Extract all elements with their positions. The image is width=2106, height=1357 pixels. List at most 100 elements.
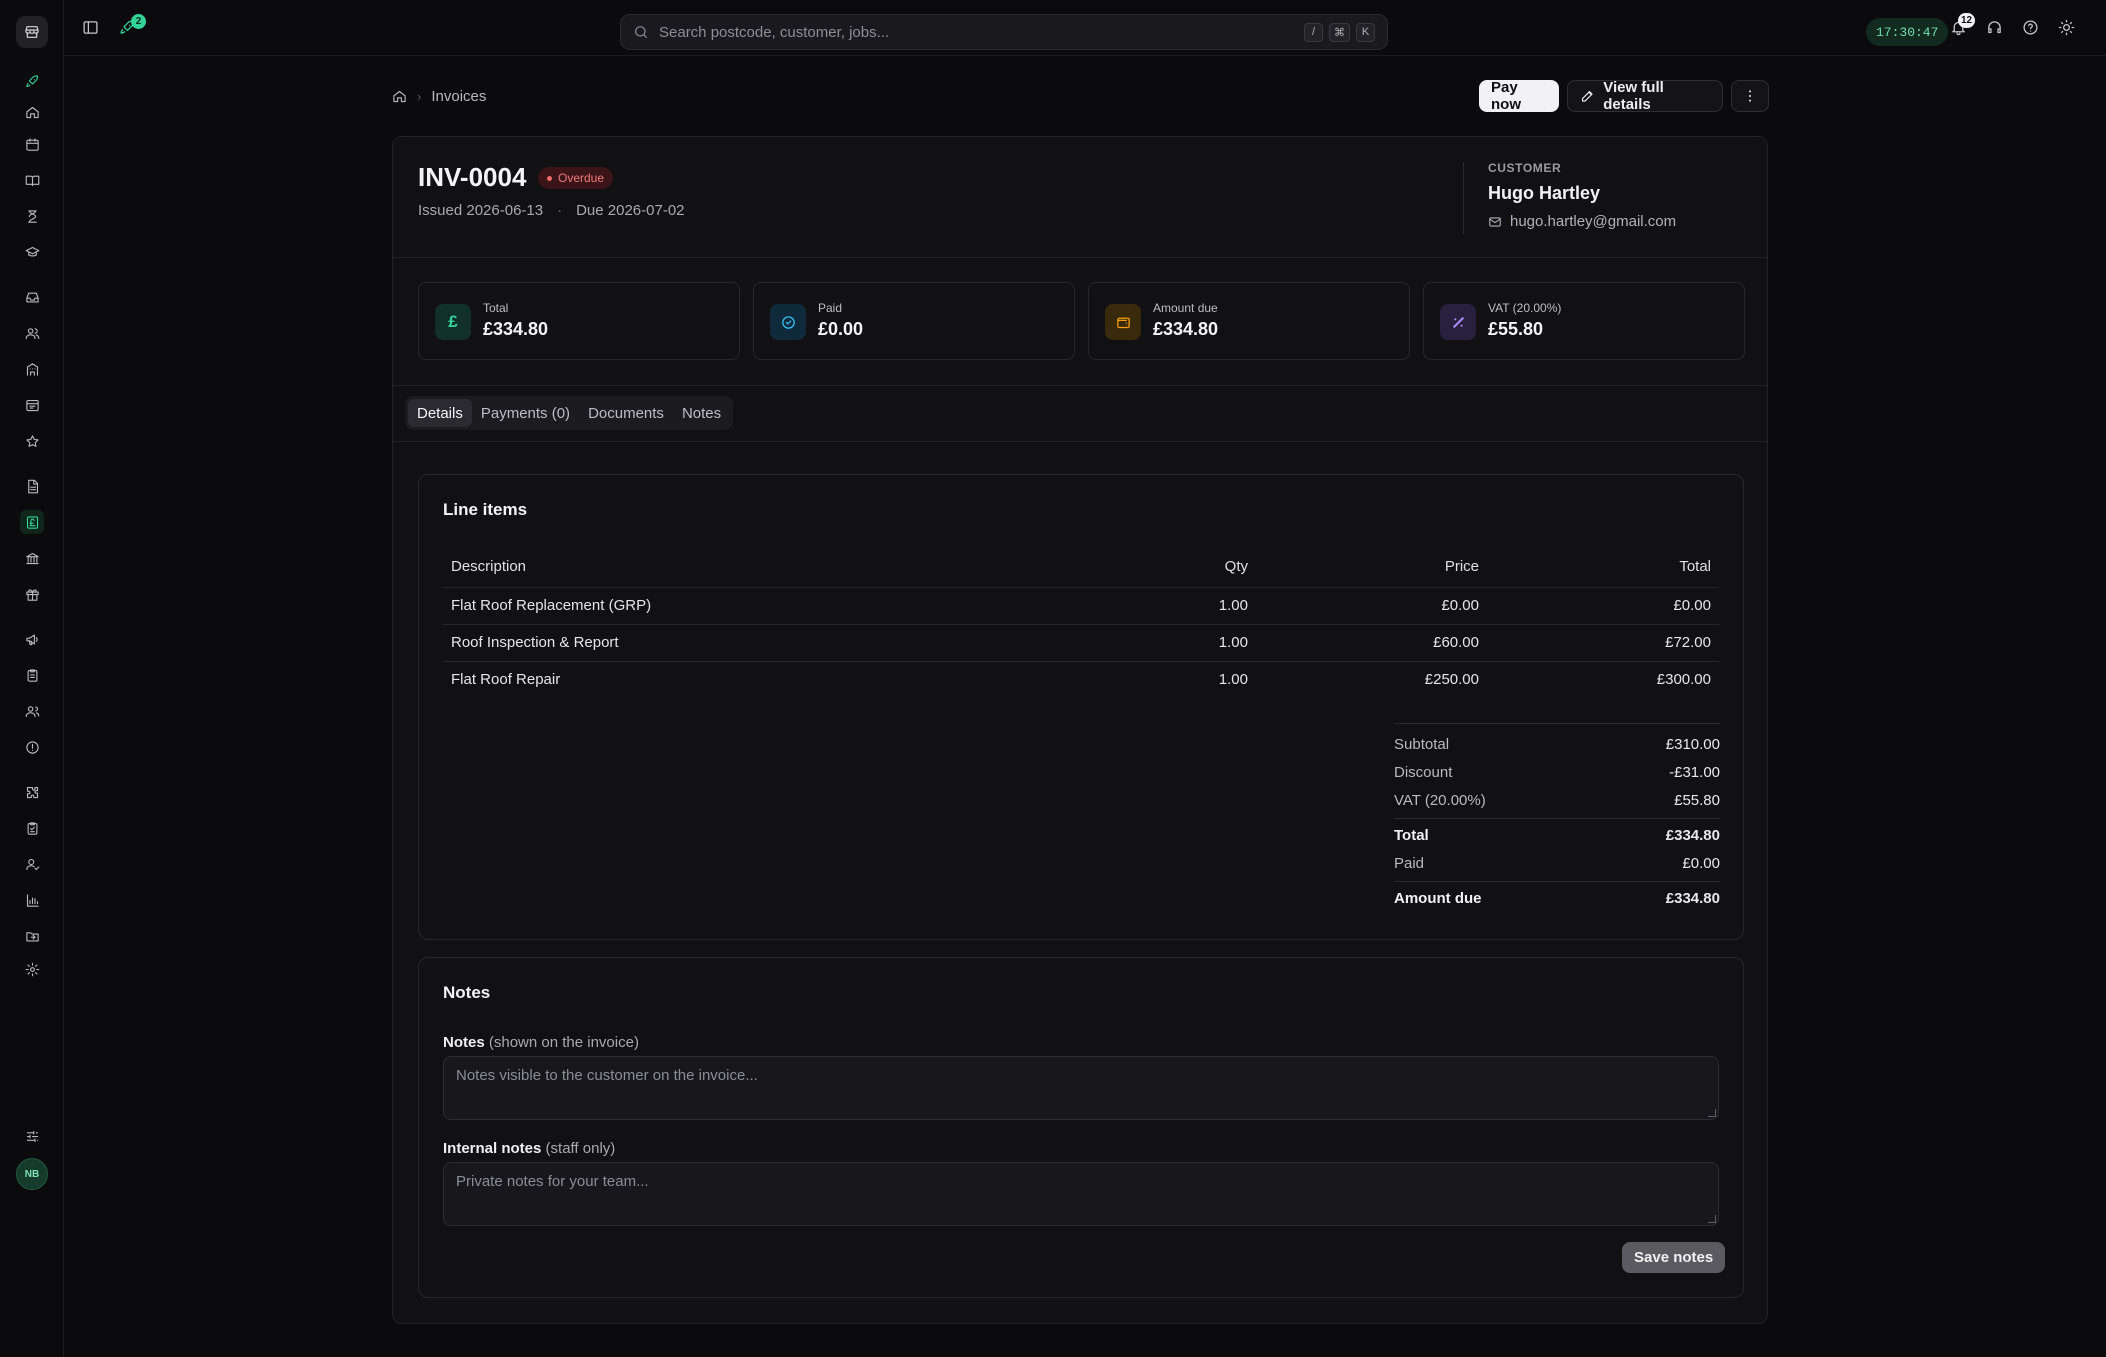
pay-now-button[interactable]: Pay now	[1479, 79, 1559, 113]
sliders-icon[interactable]	[20, 1124, 44, 1148]
stat-value: £0.00	[818, 319, 864, 339]
resize-handle[interactable]	[1708, 1215, 1716, 1223]
notes-panel: Notes Notes (shown on the invoice) Notes…	[418, 957, 1744, 1298]
team-icon[interactable]	[20, 699, 44, 723]
amount-due-row: Amount due £334.80	[1394, 884, 1720, 912]
customer-label: CUSTOMER	[1488, 161, 1562, 175]
notes-title: Notes	[443, 983, 491, 1002]
users-icon[interactable]	[20, 321, 44, 345]
rocket-icon[interactable]	[20, 69, 44, 93]
line-items-table: Description Qty Price Total Flat Roof Re…	[443, 547, 1719, 698]
headset-icon[interactable]	[1986, 19, 2003, 36]
graduation-cap-icon[interactable]	[20, 240, 44, 264]
shortcut-key: /	[1304, 22, 1323, 42]
view-full-details-label: View full details	[1603, 79, 1664, 113]
avatar-initials: NB	[24, 1168, 40, 1180]
search-placeholder: Search postcode, customer, jobs...	[659, 23, 890, 41]
total-value: £334.80	[1665, 826, 1720, 844]
vat-label: VAT (20.00%)	[1394, 791, 1486, 809]
settings-icon[interactable]	[20, 957, 44, 981]
stat-amount-due: Amount due £334.80	[1088, 282, 1410, 360]
stat-vat: VAT (20.00%) £55.80	[1423, 282, 1745, 360]
bank-icon[interactable]	[20, 546, 44, 570]
public-notes-field[interactable]: Notes visible to the customer on the inv…	[443, 1056, 1719, 1120]
public-notes-placeholder: Notes visible to the customer on the inv…	[456, 1067, 758, 1084]
tab-payments[interactable]: Payments (0)	[472, 399, 579, 427]
gift-icon[interactable]	[20, 582, 44, 606]
total-label: Total	[1394, 826, 1429, 844]
alert-circle-icon[interactable]	[20, 735, 44, 759]
hourglass-icon[interactable]	[20, 204, 44, 228]
table-row: Flat Roof Replacement (GRP) 1.00 £0.00 £…	[443, 587, 1719, 625]
status-dot	[547, 175, 552, 181]
home-icon[interactable]	[20, 100, 44, 124]
subtotal-value: £310.00	[1665, 735, 1720, 753]
view-full-details-button[interactable]: View full details	[1567, 79, 1723, 113]
more-options-button[interactable]	[1731, 80, 1769, 112]
discount-row: Discount -£31.00	[1394, 758, 1720, 786]
cell-price: £60.00	[1256, 624, 1487, 662]
cell-qty: 1.00	[1116, 624, 1256, 662]
invoice-pound-icon[interactable]	[20, 510, 44, 534]
save-notes-label: Save notes	[1634, 1249, 1714, 1266]
megaphone-icon[interactable]	[20, 627, 44, 651]
sun-icon[interactable]	[2058, 19, 2075, 36]
checklist-icon[interactable]	[20, 816, 44, 840]
bar-chart-icon[interactable]	[20, 888, 44, 912]
book-icon[interactable]	[20, 168, 44, 192]
due-date: Due 2026-07-02	[576, 202, 685, 219]
clipboard-icon[interactable]	[20, 663, 44, 687]
avatar[interactable]: NB	[16, 1158, 48, 1190]
folder-icon[interactable]	[20, 924, 44, 948]
divider	[1394, 818, 1720, 819]
stat-label: Amount due	[1153, 301, 1218, 315]
rocket-badge: 2	[131, 14, 146, 29]
inbox-icon[interactable]	[20, 285, 44, 309]
customer-name[interactable]: Hugo Hartley	[1488, 183, 1600, 204]
search-input[interactable]: Search postcode, customer, jobs... / ⌘ K	[620, 14, 1388, 50]
check-circle-icon	[770, 304, 806, 340]
store-icon[interactable]	[16, 16, 48, 48]
total-row: Total £334.80	[1394, 821, 1720, 849]
internal-notes-placeholder: Private notes for your team...	[456, 1173, 649, 1190]
vat-row: VAT (20.00%) £55.80	[1394, 786, 1720, 814]
resize-handle[interactable]	[1708, 1109, 1716, 1117]
building-icon[interactable]	[20, 357, 44, 381]
customer-email[interactable]: hugo.hartley@gmail.com	[1488, 213, 1676, 230]
totals-summary: Subtotal £310.00 Discount -£31.00 VAT (20.…	[1394, 723, 1720, 912]
status-badge: Overdue	[538, 167, 614, 189]
puzzle-icon[interactable]	[20, 780, 44, 804]
user-check-icon[interactable]	[20, 852, 44, 876]
col-description: Description	[443, 547, 1116, 588]
browser-icon[interactable]	[20, 393, 44, 417]
tab-notes[interactable]: Notes	[673, 399, 730, 427]
cell-description: Roof Inspection & Report	[443, 624, 1116, 662]
paid-label: Paid	[1394, 854, 1425, 872]
invoice-number: INV-0004	[418, 162, 527, 192]
help-icon[interactable]	[2022, 19, 2039, 36]
public-notes-label: Notes (shown on the invoice)	[443, 1034, 639, 1051]
home-icon[interactable]	[392, 89, 407, 104]
cell-description: Flat Roof Replacement (GRP)	[443, 587, 1116, 625]
tab-details[interactable]: Details	[408, 399, 472, 427]
breadcrumb-separator: ›	[417, 88, 422, 104]
calendar-icon[interactable]	[20, 132, 44, 156]
wallet-icon	[1105, 304, 1141, 340]
star-icon[interactable]	[20, 429, 44, 453]
line-items-panel: Line items Description Qty Price Total F…	[418, 474, 1744, 940]
amount-due-label: Amount due	[1394, 889, 1482, 907]
clock: 17:30:47	[1866, 18, 1949, 46]
cell-qty: 1.00	[1218, 671, 1248, 689]
status-label: Overdue	[558, 171, 605, 185]
sidebar-toggle-icon[interactable]	[82, 19, 99, 36]
shortcut-key: K	[1356, 22, 1375, 42]
breadcrumb-current[interactable]: Invoices	[431, 88, 486, 105]
tab-documents[interactable]: Documents	[579, 399, 673, 427]
table-row: Flat Roof Repair 1.00 £250.00 £300.00	[443, 661, 1719, 698]
file-text-icon[interactable]	[20, 474, 44, 498]
internal-notes-label: Internal notes (staff only)	[443, 1140, 615, 1157]
save-notes-button[interactable]: Save notes	[1622, 1242, 1726, 1273]
internal-notes-label-text: Internal notes	[443, 1140, 542, 1157]
internal-notes-field[interactable]: Private notes for your team...	[443, 1162, 1719, 1226]
pencil-icon	[1581, 90, 1593, 102]
